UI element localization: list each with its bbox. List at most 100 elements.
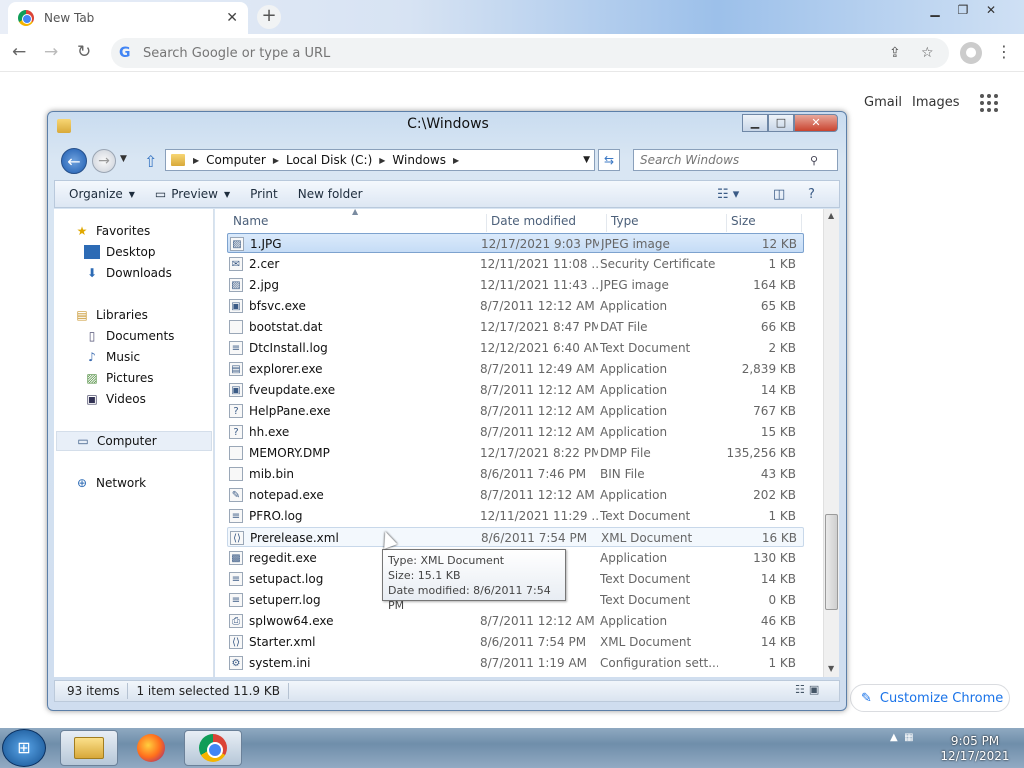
restore-icon[interactable]: ❐: [950, 2, 976, 20]
explorer-close-button[interactable]: ✕: [794, 114, 838, 132]
explorer-maximize-button[interactable]: □: [768, 114, 794, 132]
up-arrow-icon[interactable]: ⇧: [144, 152, 157, 171]
nav-pictures[interactable]: ▨ Pictures: [84, 368, 153, 388]
chevron-right-icon[interactable]: ▶: [379, 156, 385, 165]
breadcrumb-windows[interactable]: Windows: [392, 153, 446, 167]
breadcrumb-local-disk[interactable]: Local Disk (C:): [286, 153, 372, 167]
new-tab-button[interactable]: +: [257, 5, 281, 29]
file-row[interactable]: ▨ 2.jpg 12/11/2021 11:43 ... JPEG image 164 …: [227, 275, 804, 295]
forward-button[interactable]: →: [92, 149, 116, 173]
file-date-modified: 8/7/2011 1:19 AM: [480, 656, 588, 670]
preview-button[interactable]: ▭ Preview ▼: [155, 187, 230, 201]
column-name[interactable]: Name: [229, 214, 487, 232]
file-size: 1 KB: [768, 509, 796, 523]
column-size[interactable]: Size: [727, 214, 802, 232]
bookmark-star-icon[interactable]: ☆: [921, 45, 934, 61]
forward-icon[interactable]: →: [44, 42, 58, 62]
file-name: ▣ bfsvc.exe: [229, 299, 484, 313]
close-tab-icon[interactable]: ✕: [226, 10, 238, 26]
file-row[interactable]: MEMORY.DMP 12/17/2021 8:22 PM DMP File 135,…: [227, 443, 804, 463]
menu-kebab-icon[interactable]: ⋮: [996, 42, 1012, 61]
system-tray[interactable]: ▲ ▦: [890, 732, 914, 743]
scroll-thumb[interactable]: [825, 514, 838, 610]
tray-expand-icon[interactable]: ▲: [890, 732, 898, 743]
search-input[interactable]: [640, 153, 810, 167]
search-box[interactable]: ⚲: [633, 149, 838, 171]
taskbar-chrome[interactable]: [184, 730, 242, 766]
file-row[interactable]: ? hh.exe 8/7/2011 12:12 AM Application 15 KB: [227, 422, 804, 442]
nav-videos[interactable]: ▣ Videos: [84, 389, 146, 409]
nav-favorites[interactable]: ★ Favorites: [74, 221, 151, 241]
nav-libraries[interactable]: ▤ Libraries: [74, 305, 148, 325]
file-size: 16 KB: [761, 531, 797, 545]
nav-computer[interactable]: ▭ Computer: [56, 431, 212, 451]
view-options-icon[interactable]: ☷ ▾: [717, 187, 739, 202]
history-dropdown-icon[interactable]: ▼: [120, 154, 127, 164]
omnibox[interactable]: G ⇪ ☆: [111, 38, 949, 68]
omnibox-input[interactable]: [143, 45, 843, 61]
minimize-icon[interactable]: ▁: [922, 2, 948, 20]
file-size: 202 KB: [753, 488, 796, 502]
explorer-minimize-button[interactable]: ▁: [742, 114, 768, 132]
file-row[interactable]: ≡ PFRO.log 12/11/2021 11:29 ... Text Docume…: [227, 506, 804, 526]
browser-tab[interactable]: New Tab ✕: [8, 2, 248, 34]
taskbar-explorer[interactable]: [60, 730, 118, 766]
file-row[interactable]: ⚙ system.ini 8/7/2011 1:19 AM Configuration…: [227, 653, 804, 673]
reload-icon[interactable]: ↻: [77, 42, 91, 62]
clock[interactable]: 9:05 PM 12/17/2021: [935, 734, 1015, 764]
print-button[interactable]: Print: [250, 187, 278, 201]
organize-button[interactable]: Organize ▼: [69, 187, 135, 201]
scroll-down-icon[interactable]: ▼: [828, 664, 834, 673]
customize-chrome-button[interactable]: ✎ Customize Chrome: [850, 684, 1010, 712]
taskbar-firefox[interactable]: [122, 730, 180, 766]
search-icon[interactable]: ⚲: [810, 154, 818, 167]
details-view-icon[interactable]: ☷: [795, 683, 805, 696]
back-button[interactable]: ←: [61, 148, 87, 174]
chevron-right-icon[interactable]: ▶: [453, 156, 459, 165]
new-folder-button[interactable]: New folder: [298, 187, 363, 201]
file-row[interactable]: ? HelpPane.exe 8/7/2011 12:12 AM Applicatio…: [227, 401, 804, 421]
start-button[interactable]: ⊞: [2, 729, 46, 767]
file-name-text: 2.jpg: [249, 278, 280, 292]
file-row[interactable]: mib.bin 8/6/2011 7:46 PM BIN File 43 KB: [227, 464, 804, 484]
back-icon[interactable]: ←: [12, 42, 26, 62]
file-row[interactable]: bootstat.dat 12/17/2021 8:47 PM DAT File 66…: [227, 317, 804, 337]
nav-music[interactable]: ♪ Music: [84, 347, 140, 367]
file-row[interactable]: ⎙ splwow64.exe 8/7/2011 12:12 AM Applicatio…: [227, 611, 804, 631]
column-date-modified[interactable]: Date modified: [487, 214, 607, 232]
large-icons-view-icon[interactable]: ▣: [809, 683, 819, 696]
file-row[interactable]: ≡ DtcInstall.log 12/12/2021 6:40 AM Text Do…: [227, 338, 804, 358]
help-file-icon: ?: [229, 425, 243, 439]
file-row[interactable]: ⟨⟩ Prerelease.xml 8/6/2011 7:54 PM XML Docu…: [227, 527, 804, 547]
chevron-right-icon[interactable]: ▶: [193, 156, 199, 165]
file-row[interactable]: ⟨⟩ Starter.xml 8/6/2011 7:54 PM XML Documen…: [227, 632, 804, 652]
refresh-button[interactable]: ⇆: [598, 149, 620, 171]
file-row[interactable]: ▣ bfsvc.exe 8/7/2011 12:12 AM Application 65…: [227, 296, 804, 316]
nav-desktop[interactable]: Desktop: [84, 242, 156, 262]
file-row[interactable]: ▤ explorer.exe 8/7/2011 12:49 AM Applicatio…: [227, 359, 804, 379]
google-apps-icon[interactable]: [980, 94, 1000, 112]
address-bar[interactable]: ▶ Computer ▶ Local Disk (C:) ▶ Windows ▶…: [165, 149, 595, 171]
gmail-link[interactable]: Gmail: [864, 95, 902, 110]
chevron-right-icon[interactable]: ▶: [273, 156, 279, 165]
close-window-icon[interactable]: ✕: [978, 2, 1004, 20]
nav-downloads[interactable]: ⬇ Downloads: [84, 263, 172, 283]
share-icon[interactable]: ⇪: [889, 45, 901, 61]
help-icon[interactable]: ?: [808, 187, 815, 202]
file-row[interactable]: ▨ 1.JPG 12/17/2021 9:03 PM JPEG image 12 KB: [227, 233, 804, 253]
profile-avatar-icon[interactable]: ●: [960, 42, 982, 64]
breadcrumb-computer[interactable]: Computer: [206, 153, 266, 167]
images-link[interactable]: Images: [912, 95, 960, 110]
nav-network[interactable]: ⊕ Network: [74, 473, 146, 493]
column-type[interactable]: Type: [607, 214, 727, 232]
file-row[interactable]: ▣ fveupdate.exe 8/7/2011 12:12 AM Applicati…: [227, 380, 804, 400]
address-dropdown-icon[interactable]: ▼: [583, 155, 590, 165]
file-row[interactable]: ✎ notepad.exe 8/7/2011 12:12 AM Application…: [227, 485, 804, 505]
preview-pane-icon[interactable]: ◫: [773, 187, 785, 202]
vertical-scrollbar[interactable]: ▲ ▼: [823, 209, 839, 677]
file-row[interactable]: ✉ 2.cer 12/11/2021 11:08 ... Security Certi…: [227, 254, 804, 274]
scroll-up-icon[interactable]: ▲: [828, 211, 834, 220]
network-tray-icon[interactable]: ▦: [904, 732, 913, 743]
nav-documents[interactable]: ▯ Documents: [84, 326, 175, 346]
nav-videos-label: Videos: [106, 392, 146, 406]
